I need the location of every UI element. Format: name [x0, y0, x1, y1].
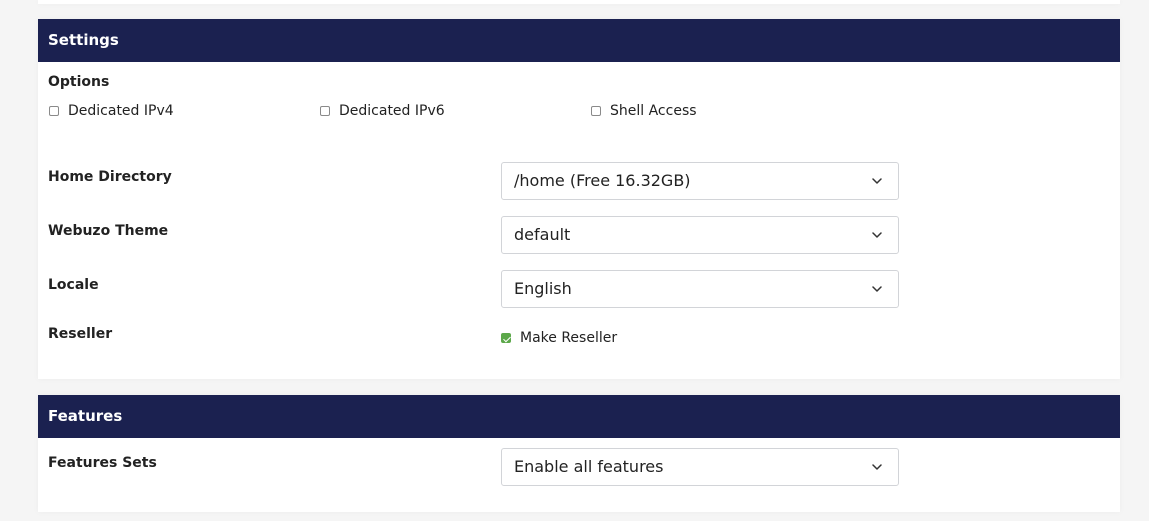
make-reseller-option[interactable]: Make Reseller	[501, 330, 617, 346]
settings-header: Settings	[38, 19, 1120, 62]
options-label: Options	[48, 74, 110, 90]
features-sets-select[interactable]: Enable all features	[501, 448, 899, 486]
previous-panel-edge	[38, 0, 1120, 4]
dedicated-ipv6-label: Dedicated IPv6	[339, 103, 445, 119]
chevron-down-icon	[872, 178, 882, 184]
option-dedicated-ipv6[interactable]: Dedicated IPv6	[320, 103, 445, 119]
shell-access-checkbox[interactable]	[591, 106, 601, 116]
locale-value: English	[514, 279, 572, 298]
chevron-down-icon	[872, 232, 882, 238]
features-panel: Features Features Sets Enable all featur…	[38, 395, 1120, 512]
home-directory-label: Home Directory	[48, 169, 172, 185]
features-header: Features	[38, 395, 1120, 438]
locale-label: Locale	[48, 277, 99, 293]
shell-access-label: Shell Access	[610, 103, 697, 119]
option-shell-access[interactable]: Shell Access	[591, 103, 697, 119]
webuzo-theme-label: Webuzo Theme	[48, 223, 169, 239]
dedicated-ipv4-label: Dedicated IPv4	[68, 103, 174, 119]
settings-panel: Settings Options Dedicated IPv4 Dedicate…	[38, 19, 1120, 379]
webuzo-theme-value: default	[514, 225, 571, 244]
features-sets-label: Features Sets	[48, 455, 157, 471]
locale-select[interactable]: English	[501, 270, 899, 308]
dedicated-ipv4-checkbox[interactable]	[49, 106, 59, 116]
dedicated-ipv6-checkbox[interactable]	[320, 106, 330, 116]
home-directory-select[interactable]: /home (Free 16.32GB)	[501, 162, 899, 200]
webuzo-theme-select[interactable]: default	[501, 216, 899, 254]
make-reseller-label: Make Reseller	[520, 330, 618, 346]
home-directory-value: /home (Free 16.32GB)	[514, 171, 691, 190]
make-reseller-checkbox[interactable]	[501, 333, 511, 343]
chevron-down-icon	[872, 464, 882, 470]
reseller-label: Reseller	[48, 326, 113, 342]
chevron-down-icon	[872, 286, 882, 292]
option-dedicated-ipv4[interactable]: Dedicated IPv4	[49, 103, 174, 119]
features-sets-value: Enable all features	[514, 457, 664, 476]
